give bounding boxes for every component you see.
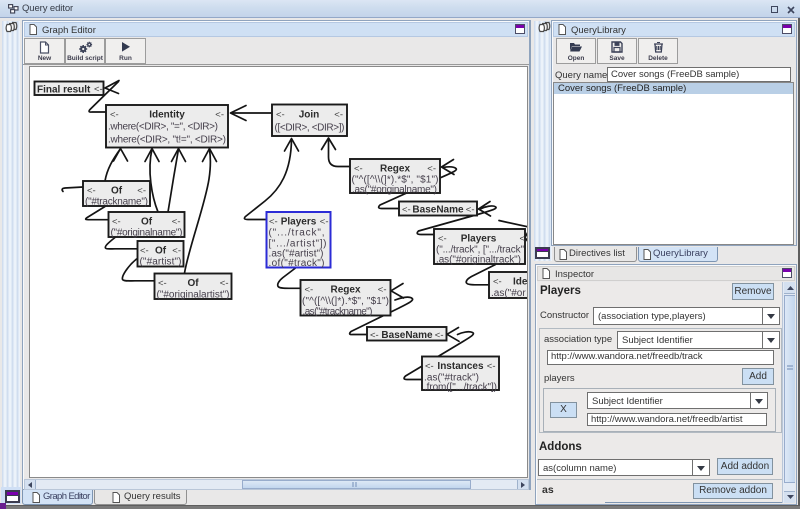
svg-text:<: < — [519, 234, 525, 245]
svg-text:<-: <- — [466, 205, 475, 216]
svg-text:<-: <- — [269, 217, 278, 228]
svg-text:Instances: Instances — [437, 361, 484, 372]
svg-text:<-: <- — [172, 217, 181, 228]
svg-text:.as("#or: .as("#or — [491, 288, 526, 299]
svg-text:Final result: Final result — [37, 85, 91, 96]
svg-text:<-: <- — [305, 285, 314, 296]
svg-text:Regex: Regex — [380, 164, 410, 175]
svg-text:<-: <- — [427, 164, 436, 175]
svg-text:("^([^\\(]*).*$", "$1"): ("^([^\\(]*).*$", "$1") — [302, 296, 389, 307]
svg-text:<-: <- — [402, 205, 411, 216]
svg-text:Identity: Identity — [149, 110, 185, 121]
svg-text:<-: <- — [215, 110, 224, 121]
svg-text:<-: <- — [334, 110, 343, 121]
svg-text:<-: <- — [378, 285, 387, 296]
svg-text:(".../track",: (".../track", — [269, 228, 325, 239]
svg-text:("#trackname"): ("#trackname") — [85, 197, 148, 208]
svg-text:<-: <- — [87, 186, 96, 197]
svg-text:<-: <- — [487, 361, 496, 372]
svg-text:Of: Of — [111, 186, 123, 197]
svg-text:<-: <- — [140, 246, 149, 257]
svg-text:.as("#originalname"): .as("#originalname") — [352, 185, 437, 196]
svg-text:<-: <- — [370, 330, 379, 341]
svg-text:Players: Players — [281, 217, 317, 228]
svg-text:.where(<DIR>, "=", <DIR>): .where(<DIR>, "=", <DIR>) — [108, 122, 218, 133]
svg-text:<-: <- — [320, 217, 329, 228]
svg-text:<-: <- — [425, 361, 434, 372]
svg-text:("#artist"): ("#artist") — [140, 257, 182, 268]
svg-text:Of: Of — [155, 246, 167, 257]
svg-text:<-: <- — [354, 164, 363, 175]
svg-text:<-: <- — [220, 278, 229, 289]
svg-text:<-: <- — [137, 186, 146, 197]
svg-text:([<DIR>, <DIR>]): ([<DIR>, <DIR>]) — [275, 123, 345, 134]
svg-text:.of("#track"): .of("#track") — [269, 258, 325, 269]
svg-text:<-: <- — [435, 330, 444, 341]
svg-text:<-: <- — [438, 234, 447, 245]
svg-text:.as("#originaltrack"): .as("#originaltrack") — [436, 255, 521, 266]
svg-text:.from([".../track"]): .from([".../track"]) — [424, 382, 497, 393]
svg-text:<-: <- — [172, 246, 181, 257]
svg-text:<-: <- — [158, 278, 167, 289]
svg-text:<-: <- — [276, 110, 285, 121]
svg-text:Join: Join — [299, 110, 320, 121]
svg-text:Players: Players — [461, 234, 497, 245]
svg-text:("#originalname"): ("#originalname") — [111, 228, 183, 239]
svg-text:<-: <- — [94, 84, 103, 95]
svg-text:("#originalartist"): ("#originalartist") — [157, 290, 230, 301]
svg-text:BaseName: BaseName — [381, 330, 433, 341]
svg-text:BaseName: BaseName — [412, 205, 464, 216]
svg-text:<-: <- — [110, 110, 119, 121]
svg-text:.where(<DIR>, "t!=", <DIR>): .where(<DIR>, "t!=", <DIR>) — [108, 135, 226, 146]
svg-text:Of: Of — [187, 278, 199, 289]
svg-text:Of: Of — [141, 217, 153, 228]
svg-text:<-: <- — [112, 217, 121, 228]
svg-text:<-: <- — [493, 277, 502, 288]
svg-text:Regex: Regex — [330, 285, 360, 296]
svg-text:Ide: Ide — [513, 277, 528, 288]
svg-text:.as("#trackname"): .as("#trackname") — [303, 307, 373, 318]
